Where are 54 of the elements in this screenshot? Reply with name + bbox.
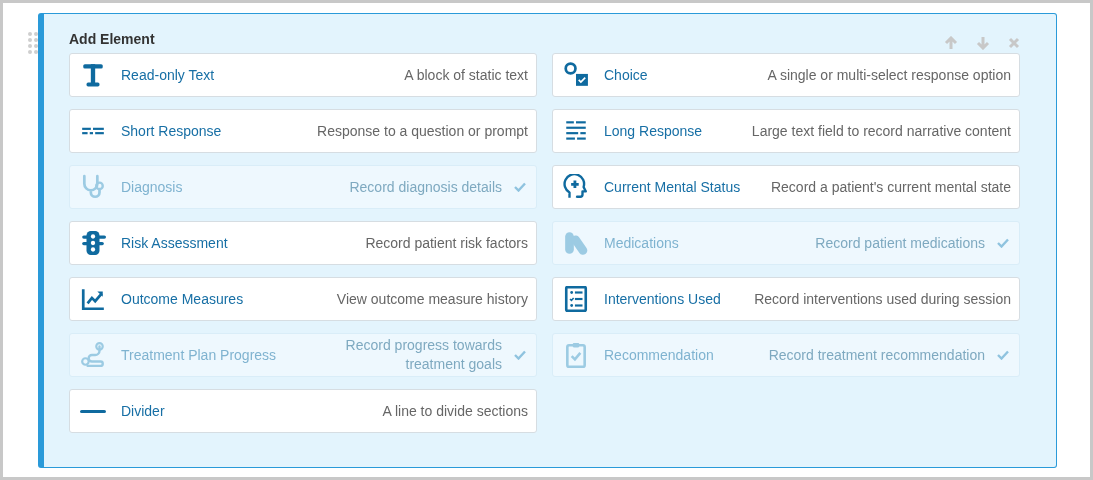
element-option[interactable]: Interventions Used Record interventions used during session bbox=[552, 277, 1020, 321]
element-name: Recommendation bbox=[604, 345, 714, 365]
element-name: Diagnosis bbox=[121, 177, 183, 197]
element-name: Risk Assessment bbox=[121, 233, 228, 253]
head-plus-icon bbox=[563, 174, 589, 200]
element-name: Outcome Measures bbox=[121, 289, 244, 309]
drag-handle-icon[interactable] bbox=[27, 31, 39, 55]
element-option[interactable]: Outcome Measures View outcome measure history bbox=[69, 277, 537, 321]
element-name: Divider bbox=[121, 401, 165, 421]
route-icon bbox=[80, 342, 106, 368]
stethoscope-icon bbox=[80, 174, 106, 200]
element-option[interactable]: Read-only Text A block of static text bbox=[69, 53, 537, 97]
element-description: Record progress towards treatment goals bbox=[344, 336, 502, 374]
element-name: Treatment Plan Progress bbox=[121, 345, 277, 365]
element-option[interactable]: Risk Assessment Record patient risk factors bbox=[69, 221, 537, 265]
checklist-icon bbox=[563, 286, 589, 312]
element-name: Short Response bbox=[121, 121, 222, 141]
checkmark-icon bbox=[514, 182, 526, 192]
arrow-down-icon[interactable] bbox=[976, 36, 990, 50]
element-description: Record a patient's current mental state bbox=[769, 177, 1011, 197]
element-name: Medications bbox=[604, 233, 679, 253]
clipboard-check-icon bbox=[563, 342, 589, 368]
element-name: Current Mental Status bbox=[604, 177, 741, 197]
traffic-light-icon bbox=[80, 230, 106, 256]
element-description: Large text field to record narrative content bbox=[750, 121, 1011, 141]
arrow-up-icon[interactable] bbox=[944, 36, 958, 50]
text-icon bbox=[80, 62, 106, 88]
element-description: Record patient medications bbox=[814, 233, 985, 253]
element-description: Record treatment recommendation bbox=[767, 345, 985, 365]
element-name: Long Response bbox=[604, 121, 703, 141]
element-description: Record patient risk factors bbox=[364, 233, 528, 253]
element-option[interactable]: Choice A single or multi-select response option bbox=[552, 53, 1020, 97]
element-option[interactable]: Long Response Large text field to record narrative content bbox=[552, 109, 1020, 153]
choice-icon bbox=[563, 62, 589, 88]
element-description: View outcome measure history bbox=[335, 289, 528, 309]
element-description: Record diagnosis details bbox=[348, 177, 502, 197]
horizontal-line-icon bbox=[80, 409, 106, 413]
element-name: Choice bbox=[604, 65, 648, 85]
element-description: A block of static text bbox=[403, 65, 528, 85]
element-option[interactable]: Current Mental Status Record a patient's current mental state bbox=[552, 165, 1020, 209]
checkmark-icon bbox=[997, 350, 1009, 360]
element-name: Interventions Used bbox=[604, 289, 721, 309]
element-description: Response to a question or prompt bbox=[316, 121, 528, 141]
panel-title: Add Element bbox=[69, 30, 155, 48]
line-chart-icon bbox=[80, 286, 106, 312]
checkmark-icon bbox=[997, 238, 1009, 248]
element-name: Read-only Text bbox=[121, 65, 215, 85]
element-option[interactable]: Short Response Response to a question or prompt bbox=[69, 109, 537, 153]
element-description: A line to divide sections bbox=[381, 401, 528, 421]
element-description: Record interventions used during session bbox=[753, 289, 1011, 309]
element-option[interactable]: Divider A line to divide sections bbox=[69, 389, 537, 433]
close-icon[interactable] bbox=[1008, 37, 1020, 49]
element-description: A single or multi-select response option bbox=[766, 65, 1011, 85]
checkmark-icon bbox=[514, 350, 526, 360]
